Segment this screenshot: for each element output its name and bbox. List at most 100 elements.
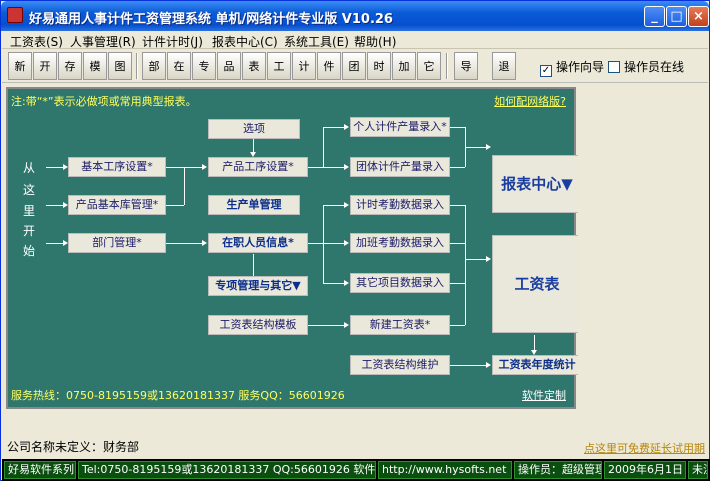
- maximize-button[interactable]: □: [666, 6, 687, 27]
- new-sheet-button[interactable]: 新建工资表*: [350, 315, 450, 335]
- other-icon[interactable]: 它: [417, 52, 441, 80]
- start-char: 从: [23, 161, 36, 175]
- start-char: 里: [23, 204, 36, 218]
- new-icon[interactable]: 新: [8, 52, 32, 80]
- arrow: [344, 202, 349, 208]
- time-icon[interactable]: 时: [367, 52, 391, 80]
- connector: [323, 205, 344, 206]
- arrow: [344, 280, 349, 286]
- sheet-icon[interactable]: 表: [242, 52, 266, 80]
- overtime-button[interactable]: 加班考勤数据录入: [350, 233, 450, 253]
- window-title: 好易通用人事计件工资管理系统 单机/网络计件专业版 V10.26: [29, 12, 393, 27]
- production-order-button[interactable]: 生产单管理: [208, 195, 300, 215]
- staff-icon[interactable]: 在: [167, 52, 191, 80]
- connector: [184, 167, 185, 205]
- app-window: 好易通用人事计件工资管理系统 单机/网络计件专业版 V10.26 _ □ × 工…: [0, 0, 710, 481]
- special-icon[interactable]: 专: [192, 52, 216, 80]
- connector: [323, 283, 344, 284]
- chart-icon[interactable]: 图: [108, 52, 132, 80]
- special-management-button[interactable]: 专项管理与其它▼: [208, 276, 308, 296]
- custom-software-link[interactable]: 软件定制: [522, 387, 566, 403]
- piece-icon[interactable]: 件: [317, 52, 341, 80]
- connector: [166, 205, 184, 206]
- arrow: [344, 322, 349, 328]
- options-button[interactable]: 选项: [208, 119, 300, 139]
- menu-salary[interactable]: 工资表(S): [10, 33, 63, 50]
- status-unregistered: 未注: [688, 461, 708, 479]
- dept-icon[interactable]: 部: [142, 52, 166, 80]
- connector: [323, 205, 324, 283]
- start-char: 开: [23, 224, 36, 238]
- group-piece-button[interactable]: 团体计件产量录入: [350, 157, 450, 177]
- title-bar[interactable]: 好易通用人事计件工资管理系统 单机/网络计件专业版 V10.26 _ □ ×: [1, 1, 709, 31]
- connector: [308, 325, 344, 326]
- process-icon[interactable]: 工: [267, 52, 291, 80]
- arrow: [486, 144, 491, 150]
- overtime-icon[interactable]: 加: [392, 52, 416, 80]
- menu-piecework[interactable]: 计件计时(J): [142, 33, 203, 50]
- menu-help[interactable]: 帮助(H): [354, 33, 396, 50]
- connector: [323, 127, 344, 128]
- annual-stats-button[interactable]: 工资表年度统计: [492, 355, 582, 375]
- connector: [450, 167, 465, 168]
- group-icon[interactable]: 团: [342, 52, 366, 80]
- online-checkbox[interactable]: 操作员在线: [608, 58, 684, 75]
- exit-icon[interactable]: 退: [492, 52, 516, 80]
- extend-trial-link[interactable]: 点这里可免费延长试用期: [584, 440, 705, 456]
- connector: [465, 147, 488, 148]
- template-button[interactable]: 工资表结构模板: [208, 315, 308, 335]
- right-blank-area: [578, 87, 709, 409]
- connector: [46, 167, 64, 168]
- export-icon[interactable]: 导: [454, 52, 478, 80]
- menu-tools[interactable]: 系统工具(E): [284, 33, 349, 50]
- product-library-button[interactable]: 产品基本库管理*: [68, 195, 166, 215]
- arrow: [344, 124, 349, 130]
- connector: [46, 243, 64, 244]
- status-date: 2009年6月1日: [604, 461, 686, 479]
- connector: [323, 127, 324, 167]
- start-char: 这: [23, 183, 36, 197]
- company-name: 公司名称未定义：财务部: [7, 440, 140, 454]
- salary-sheet-button[interactable]: 工资表: [492, 235, 582, 333]
- open-icon[interactable]: 开: [33, 52, 57, 80]
- connector: [465, 259, 466, 325]
- other-items-button[interactable]: 其它项目数据录入: [350, 273, 450, 293]
- status-website: http://www.hysofts.net: [378, 461, 512, 479]
- save-icon[interactable]: 存: [58, 52, 82, 80]
- wizard-checkbox[interactable]: ✓ 操作向导: [540, 58, 604, 77]
- workflow-panel: 注:带“*”表示必做项或常用典型报表。 如何配网络版? 从 这 里 开 始 选项…: [6, 87, 582, 409]
- time-attendance-button[interactable]: 计时考勤数据录入: [350, 195, 450, 215]
- personal-piece-button[interactable]: 个人计件产量录入*: [350, 117, 450, 137]
- product-process-button[interactable]: 产品工序设置*: [208, 157, 308, 177]
- online-label: 操作员在线: [624, 60, 685, 74]
- arrow: [486, 256, 491, 262]
- config-network-link[interactable]: 如何配网络版?: [494, 93, 566, 109]
- staff-info-button[interactable]: 在职人员信息*: [208, 233, 308, 253]
- connector: [308, 243, 323, 244]
- note-text: 注:带“*”表示必做项或常用典型报表。: [11, 95, 197, 108]
- template-icon[interactable]: 模: [83, 52, 107, 80]
- connector: [253, 254, 254, 276]
- status-operator: 操作员：超级管理: [514, 461, 602, 479]
- menu-personnel[interactable]: 人事管理(R): [70, 33, 136, 50]
- calc-icon[interactable]: 计: [292, 52, 316, 80]
- status-contact: Tel:0750-8195159或13620181337 QQ:56601926…: [78, 461, 376, 479]
- minimize-button[interactable]: _: [644, 6, 665, 27]
- connector: [450, 205, 465, 206]
- base-process-button[interactable]: 基本工序设置*: [68, 157, 166, 177]
- wizard-label: 操作向导: [556, 60, 605, 74]
- checkbox-mark: ✓: [540, 65, 552, 77]
- connector: [323, 167, 344, 168]
- toolbar-separator: [446, 53, 448, 79]
- menu-reports[interactable]: 报表中心(C): [212, 33, 278, 50]
- menu-bar: 工资表(S) 人事管理(R) 计件计时(J) 报表中心(C) 系统工具(E) 帮…: [2, 31, 708, 49]
- status-bar: 好易软件系列 Tel:0750-8195159或13620181337 QQ:5…: [2, 459, 710, 481]
- maintain-structure-button[interactable]: 工资表结构维护: [350, 355, 450, 375]
- report-center-button[interactable]: 报表中心▼: [492, 155, 582, 213]
- connector: [450, 365, 486, 366]
- product-icon[interactable]: 品: [217, 52, 241, 80]
- arrow: [202, 240, 207, 246]
- department-button[interactable]: 部门管理*: [68, 233, 166, 253]
- close-button[interactable]: ×: [688, 6, 709, 27]
- connector: [450, 243, 465, 244]
